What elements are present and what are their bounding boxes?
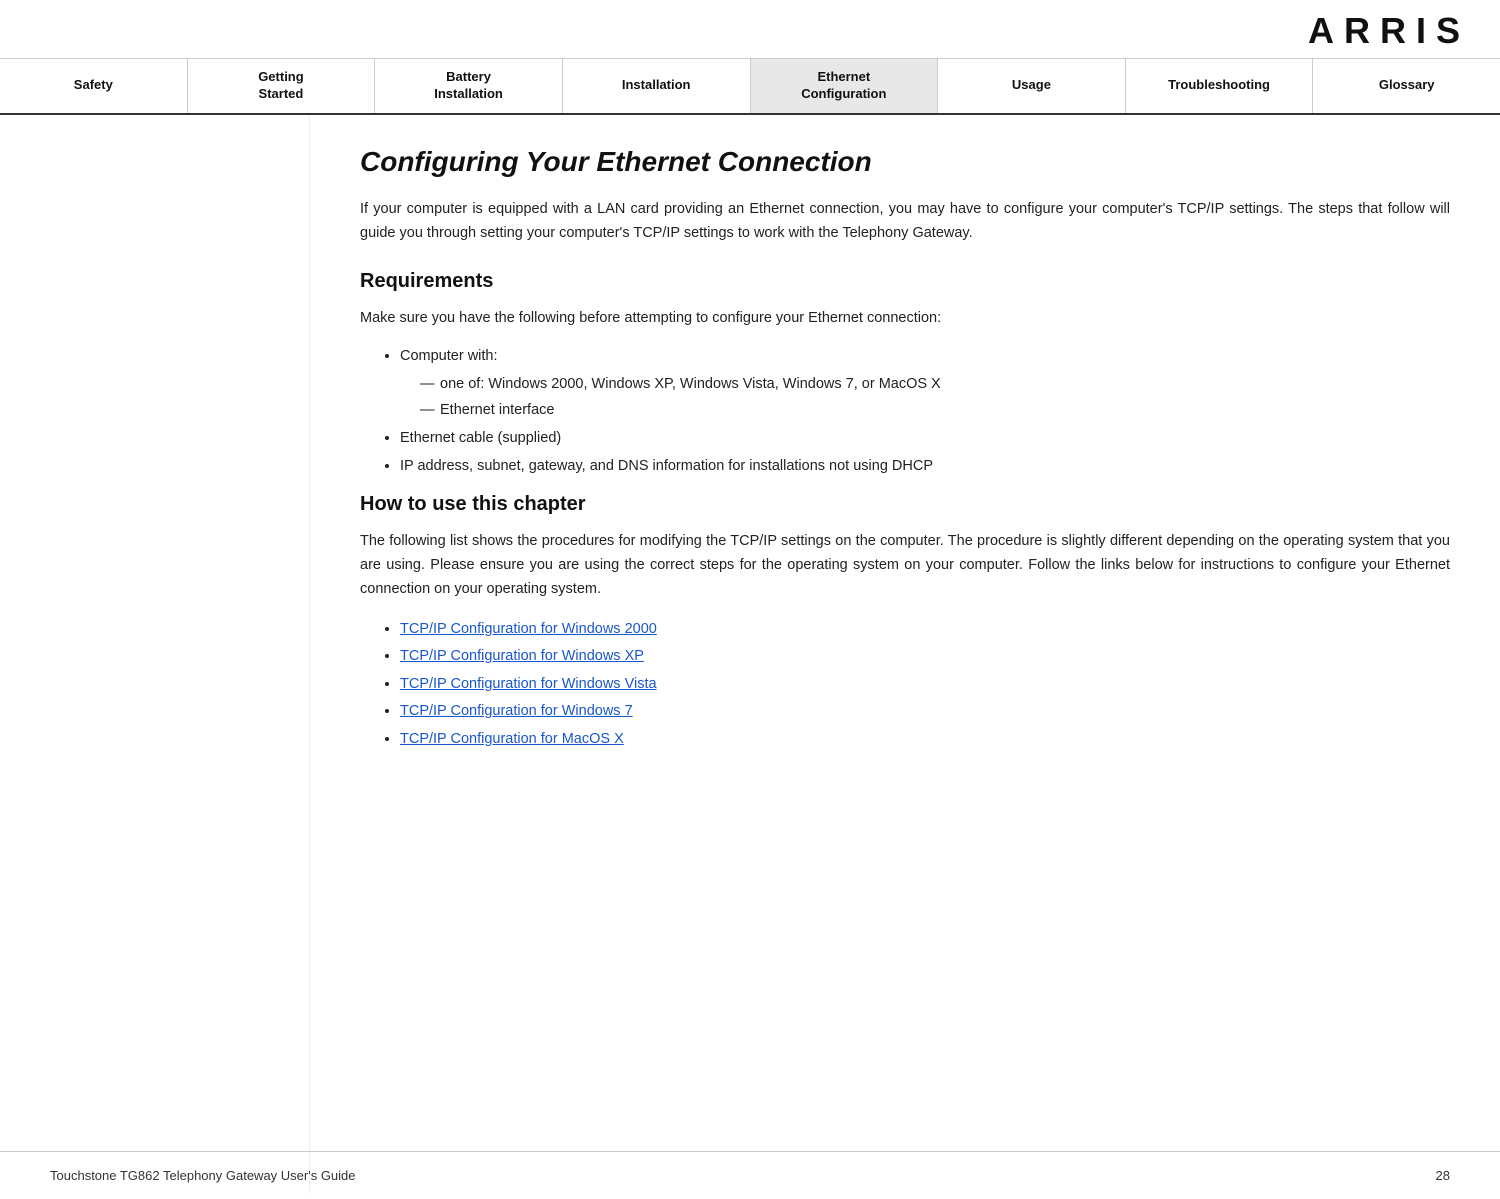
nav-item-battery-installation[interactable]: BatteryInstallation — [375, 59, 563, 113]
sidebar — [0, 115, 310, 1194]
nav-item-troubleshooting[interactable]: Troubleshooting — [1126, 59, 1314, 113]
list-item-os: one of: Windows 2000, Windows XP, Window… — [420, 373, 1450, 397]
list-item-link-macosx: TCP/IP Configuration for MacOS X — [400, 726, 1450, 754]
list-item-link-winxp: TCP/IP Configuration for Windows XP — [400, 643, 1450, 671]
requirements-intro: Make sure you have the following before … — [360, 307, 1450, 331]
list-item-ip-address: IP address, subnet, gateway, and DNS inf… — [400, 455, 1450, 479]
list-item-ethernet-interface: Ethernet interface — [420, 399, 1450, 423]
footer-product-name: Touchstone TG862 Telephony Gateway User'… — [50, 1168, 356, 1183]
list-item-ethernet-cable: Ethernet cable (supplied) — [400, 427, 1450, 451]
intro-paragraph: If your computer is equipped with a LAN … — [360, 198, 1450, 246]
page-footer: Touchstone TG862 Telephony Gateway User'… — [0, 1151, 1500, 1199]
arris-logo: ARRIS — [1308, 10, 1470, 52]
main-navigation: Safety GettingStarted BatteryInstallatio… — [0, 59, 1500, 115]
link-winxp[interactable]: TCP/IP Configuration for Windows XP — [400, 648, 644, 664]
list-item-link-winvista: TCP/IP Configuration for Windows Vista — [400, 671, 1450, 699]
link-winvista[interactable]: TCP/IP Configuration for Windows Vista — [400, 676, 657, 692]
link-macosx[interactable]: TCP/IP Configuration for MacOS X — [400, 731, 624, 747]
nav-item-getting-started[interactable]: GettingStarted — [188, 59, 376, 113]
nav-item-installation[interactable]: Installation — [563, 59, 751, 113]
link-win2000[interactable]: TCP/IP Configuration for Windows 2000 — [400, 621, 657, 637]
page-title: Configuring Your Ethernet Connection — [360, 145, 1450, 179]
nav-item-safety[interactable]: Safety — [0, 59, 188, 113]
page-header: ARRIS — [0, 0, 1500, 59]
list-item-computer: Computer with: one of: Windows 2000, Win… — [400, 345, 1450, 423]
requirements-heading: Requirements — [360, 270, 1450, 293]
page-body: Configuring Your Ethernet Connection If … — [0, 115, 1500, 1194]
footer-page-number: 28 — [1436, 1168, 1450, 1183]
list-item-link-win7: TCP/IP Configuration for Windows 7 — [400, 698, 1450, 726]
nav-item-ethernet-configuration[interactable]: EthernetConfiguration — [751, 59, 939, 113]
list-item-link-win2000: TCP/IP Configuration for Windows 2000 — [400, 616, 1450, 644]
how-to-use-heading: How to use this chapter — [360, 493, 1450, 516]
requirements-list: Computer with: one of: Windows 2000, Win… — [400, 345, 1450, 479]
sub-list-computer: one of: Windows 2000, Windows XP, Window… — [420, 373, 1450, 423]
how-to-use-text: The following list shows the procedures … — [360, 530, 1450, 602]
link-win7[interactable]: TCP/IP Configuration for Windows 7 — [400, 703, 633, 719]
nav-item-glossary[interactable]: Glossary — [1313, 59, 1500, 113]
links-list: TCP/IP Configuration for Windows 2000 TC… — [400, 616, 1450, 754]
main-content: Configuring Your Ethernet Connection If … — [310, 115, 1500, 1194]
nav-item-usage[interactable]: Usage — [938, 59, 1126, 113]
